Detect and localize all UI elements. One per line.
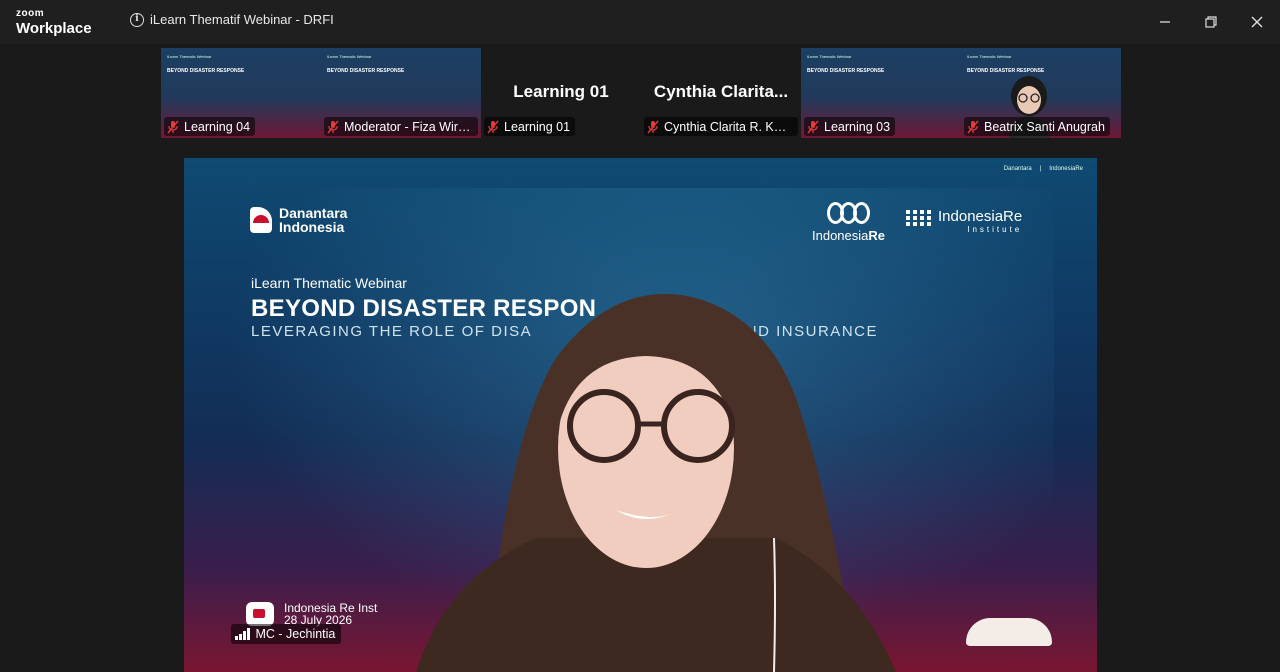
participant-label: Beatrix Santi Anugrah: [964, 117, 1110, 136]
participant-tile[interactable]: iLearn Thematic Webinar BEYOND DISASTER R…: [801, 48, 961, 138]
participant-label: Cynthia Clarita R. Kush...: [644, 117, 798, 136]
danantara-mark-icon: [250, 207, 272, 233]
danantara-line1: Danantara: [279, 205, 348, 221]
zoom-workplace-logo: zoom Workplace: [16, 8, 92, 37]
institute-line2: Institute: [967, 225, 1023, 234]
participant-tile[interactable]: iLearn Thematic Webinar BEYOND DISASTER R…: [961, 48, 1121, 138]
active-speaker-video[interactable]: Danantara | IndonesiaRe Danantara Indonesi…: [184, 158, 1097, 672]
mic-muted-icon: [967, 120, 979, 133]
indonesia-re-institute-logo: IndonesiaRe Institute: [906, 208, 1022, 234]
participant-tile[interactable]: Learning 01 Learning 01: [481, 48, 641, 138]
camera-icon: [246, 602, 274, 626]
meeting-title: iLearn Thematif Webinar - DRFI: [150, 12, 334, 27]
mic-muted-icon: [167, 120, 179, 133]
danantara-logo: Danantara Indonesia: [250, 206, 347, 234]
mic-muted-icon: [327, 120, 339, 133]
participant-tile[interactable]: iLearn Thematic Webinar BEYOND DISASTER R…: [161, 48, 321, 138]
slide-footer: Indonesia Re Inst 28 July 2026: [246, 602, 377, 626]
rings-icon: [812, 202, 885, 224]
brand-small: zoom: [16, 8, 45, 19]
indonesia-re-logo: IndonesiaRe: [812, 202, 885, 243]
institute-line1: IndonesiaRe: [938, 208, 1023, 225]
participant-label: Learning 01: [484, 117, 576, 136]
close-button[interactable]: [1245, 10, 1269, 34]
meeting-info[interactable]: i iLearn Thematif Webinar - DRFI: [130, 12, 334, 27]
participant-tile[interactable]: Cynthia Clarita... Cynthia Clarita R. Ku…: [641, 48, 801, 138]
minimize-button[interactable]: [1153, 10, 1177, 34]
restore-button[interactable]: [1199, 10, 1223, 34]
participant-display-name: Cynthia Clarita...: [653, 82, 789, 101]
participant-name: Cynthia Clarita R. Kush...: [664, 119, 793, 134]
indonesia-re-bold: Re: [868, 228, 886, 243]
hand: [966, 618, 1052, 646]
brand-large: Workplace: [16, 20, 92, 37]
info-icon[interactable]: i: [130, 12, 144, 27]
participant-label: Learning 03: [804, 117, 896, 136]
sponsor-logos-small: Danantara | IndonesiaRe: [1003, 166, 1083, 172]
close-icon: [1251, 16, 1263, 28]
indonesia-re-text: Indonesia: [812, 228, 869, 243]
participant-name: Beatrix Santi Anugrah: [984, 119, 1105, 134]
mic-muted-icon: [647, 120, 659, 133]
mic-muted-icon: [487, 120, 499, 133]
participant-name: Learning 01: [504, 119, 571, 134]
meeting-stage: iLearn Thematic Webinar BEYOND DISASTER R…: [0, 44, 1280, 672]
restore-icon: [1205, 16, 1217, 28]
title-bar: zoom Workplace i iLearn Thematif Webinar…: [0, 0, 1280, 44]
signal-strength-icon: [235, 628, 250, 640]
speaker-video: [416, 294, 896, 672]
participant-tile[interactable]: iLearn Thematic Webinar BEYOND DISASTER R…: [321, 48, 481, 138]
speaker-label: MC - Jechintia: [231, 624, 342, 644]
participant-name: Moderator - Fiza Wira ...: [344, 119, 473, 134]
dot-grid-icon: [906, 210, 932, 226]
participant-name: Learning 04: [184, 119, 251, 134]
participant-label: Moderator - Fiza Wira ...: [324, 117, 478, 136]
mic-muted-icon: [807, 120, 819, 133]
minimize-icon: [1160, 21, 1170, 23]
participant-label: Learning 04: [164, 117, 256, 136]
participant-display-name: Learning 01: [513, 82, 609, 101]
participant-name: Learning 03: [824, 119, 891, 134]
speaker-name: MC - Jechintia: [255, 627, 336, 641]
danantara-line2: Indonesia: [279, 219, 345, 235]
